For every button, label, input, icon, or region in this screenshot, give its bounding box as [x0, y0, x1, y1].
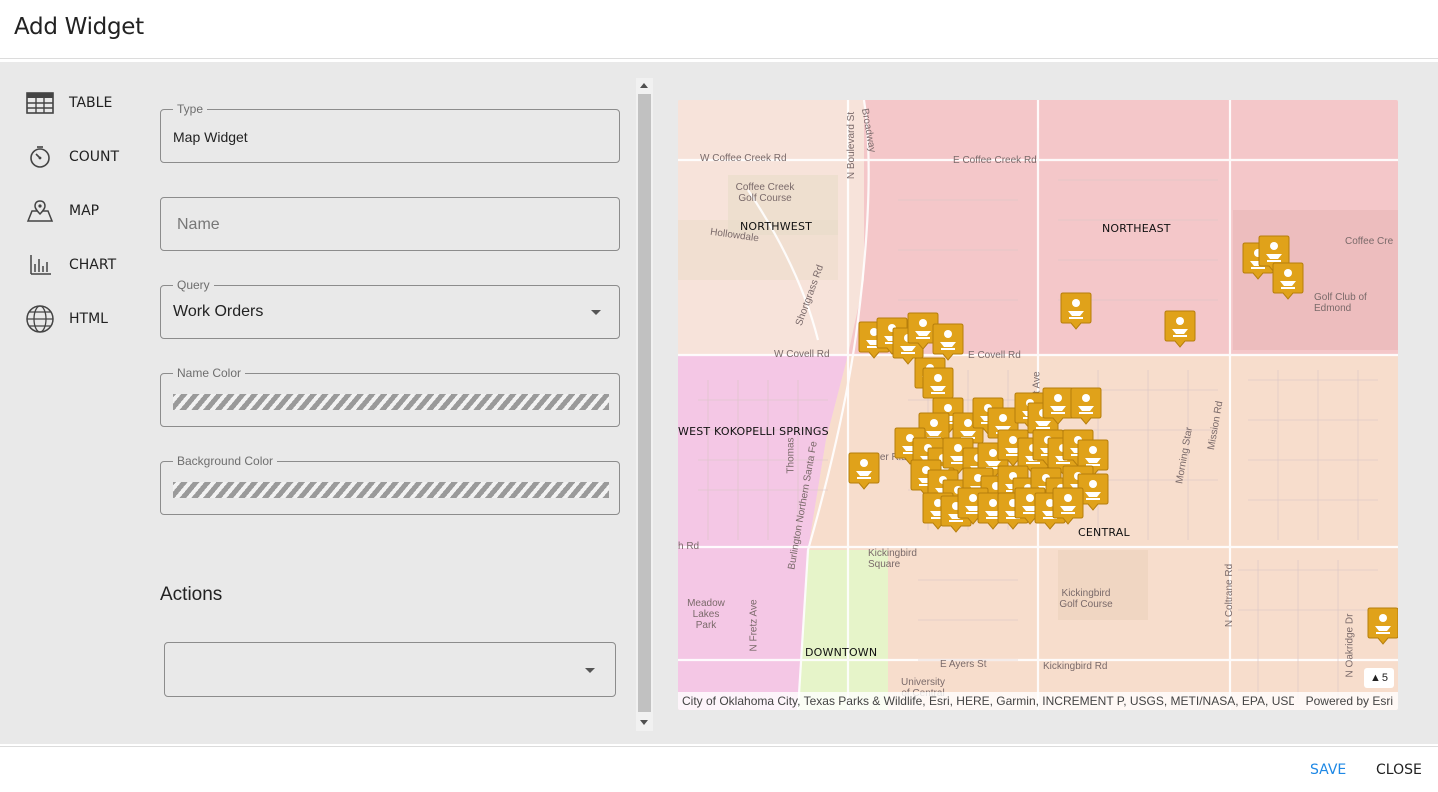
name-color-swatch[interactable] [173, 394, 609, 410]
scroll-thumb[interactable] [638, 94, 651, 712]
work-order-marker-icon[interactable] [1060, 291, 1092, 331]
cluster-count-badge[interactable]: ▲ 5 [1364, 668, 1394, 688]
work-order-marker-icon[interactable] [1164, 309, 1196, 349]
query-select-value: Work Orders [173, 303, 264, 320]
type-field[interactable]: Type Map Widget [160, 102, 620, 163]
street-label: Kickingbird Golf Course [1059, 588, 1113, 610]
work-order-marker-icon[interactable] [848, 451, 880, 491]
name-field-placeholder: Name [177, 216, 220, 233]
scroll-down-arrow-icon[interactable] [640, 720, 648, 725]
timer-icon [24, 143, 56, 171]
region-label: WEST KOKOPELLI SPRINGS [678, 425, 829, 438]
dialog-title: Add Widget [14, 14, 144, 40]
table-icon [24, 89, 56, 117]
chevron-down-icon [585, 668, 595, 673]
chevron-down-icon [591, 310, 601, 315]
street-label: E Coffee Creek Rd [953, 155, 1037, 166]
sidebar-item-html[interactable]: HTML [24, 304, 144, 334]
background-color-swatch[interactable] [173, 482, 609, 498]
globe-icon [24, 305, 56, 333]
street-label: N Boulevard St [846, 111, 858, 180]
map-preview[interactable]: NORTHWEST NORTHEAST WEST KOKOPELLI SPRIN… [678, 100, 1398, 710]
street-label: Thomas [785, 437, 797, 474]
street-label: E Covell Rd [968, 350, 1021, 361]
background-color-label: Background Color [173, 454, 278, 468]
query-select[interactable]: Query Work Orders [160, 278, 620, 339]
street-label: Coffee Creek Golf Course [735, 182, 795, 204]
dialog-footer: SAVE CLOSE [0, 746, 1438, 792]
street-label: h Rd [678, 541, 700, 552]
street-label: Golf Club of Edmond [1314, 292, 1367, 314]
name-color-picker[interactable]: Name Color [160, 366, 620, 427]
close-button[interactable]: CLOSE [1376, 762, 1422, 778]
work-order-marker-icon[interactable] [1272, 261, 1304, 301]
region-label: CENTRAL [1078, 526, 1130, 539]
scroll-up-arrow-icon[interactable] [640, 83, 648, 88]
save-button[interactable]: SAVE [1310, 762, 1346, 778]
sidebar-item-label: COUNT [69, 149, 120, 165]
background-color-picker[interactable]: Background Color [160, 454, 620, 515]
actions-select[interactable] [164, 642, 616, 697]
warning-icon: ▲ [1369, 672, 1381, 684]
region-label: NORTHEAST [1102, 222, 1171, 235]
actions-heading: Actions [160, 584, 223, 605]
street-label: N Coltrane Rd [1224, 563, 1236, 628]
region-label: DOWNTOWN [805, 646, 878, 659]
street-label: N Fretz Ave [748, 599, 760, 652]
chart-icon [24, 251, 56, 279]
sidebar-item-count[interactable]: COUNT [24, 142, 144, 172]
street-label: W Covell Rd [774, 349, 830, 360]
form-scrollbar[interactable] [636, 78, 653, 731]
sidebar-item-map[interactable]: MAP [24, 196, 144, 226]
sidebar-item-label: TABLE [69, 95, 113, 111]
dialog-body: TABLE COUNT MAP CHART HTML Type Map Widg… [0, 62, 1438, 744]
map-attribution: City of Oklahoma City, Texas Parks & Wil… [678, 692, 1398, 710]
work-order-marker-icon[interactable] [1070, 386, 1102, 426]
street-label: Kickingbird Square [868, 548, 917, 570]
street-label: E Ayers St [940, 659, 987, 670]
sidebar-item-label: CHART [69, 257, 117, 273]
type-field-label: Type [173, 102, 208, 116]
type-field-value: Map Widget [173, 129, 248, 145]
street-label: N Oakridge Dr [1344, 613, 1356, 678]
street-label: Coffee Cre [1345, 236, 1394, 247]
sidebar-item-chart[interactable]: CHART [24, 250, 144, 280]
region-label: NORTHWEST [740, 220, 813, 233]
powered-by-esri[interactable]: Powered by Esri [1306, 692, 1393, 710]
sidebar-item-label: HTML [69, 311, 108, 327]
map-icon [24, 197, 56, 225]
sidebar-item-table[interactable]: TABLE [24, 88, 144, 118]
name-color-label: Name Color [173, 366, 246, 380]
name-field[interactable]: Name [160, 197, 620, 251]
work-order-marker-icon[interactable] [1367, 606, 1398, 646]
attribution-text: City of Oklahoma City, Texas Parks & Wil… [682, 694, 1294, 708]
street-label: Kickingbird Rd [1043, 661, 1108, 672]
street-label: Meadow Lakes Park [687, 598, 725, 631]
work-order-marker-icon[interactable] [1052, 486, 1084, 526]
street-label: W Coffee Creek Rd [700, 153, 787, 164]
dialog-header: Add Widget [0, 0, 1438, 59]
sidebar-item-label: MAP [69, 203, 100, 219]
query-select-label: Query [173, 278, 214, 292]
